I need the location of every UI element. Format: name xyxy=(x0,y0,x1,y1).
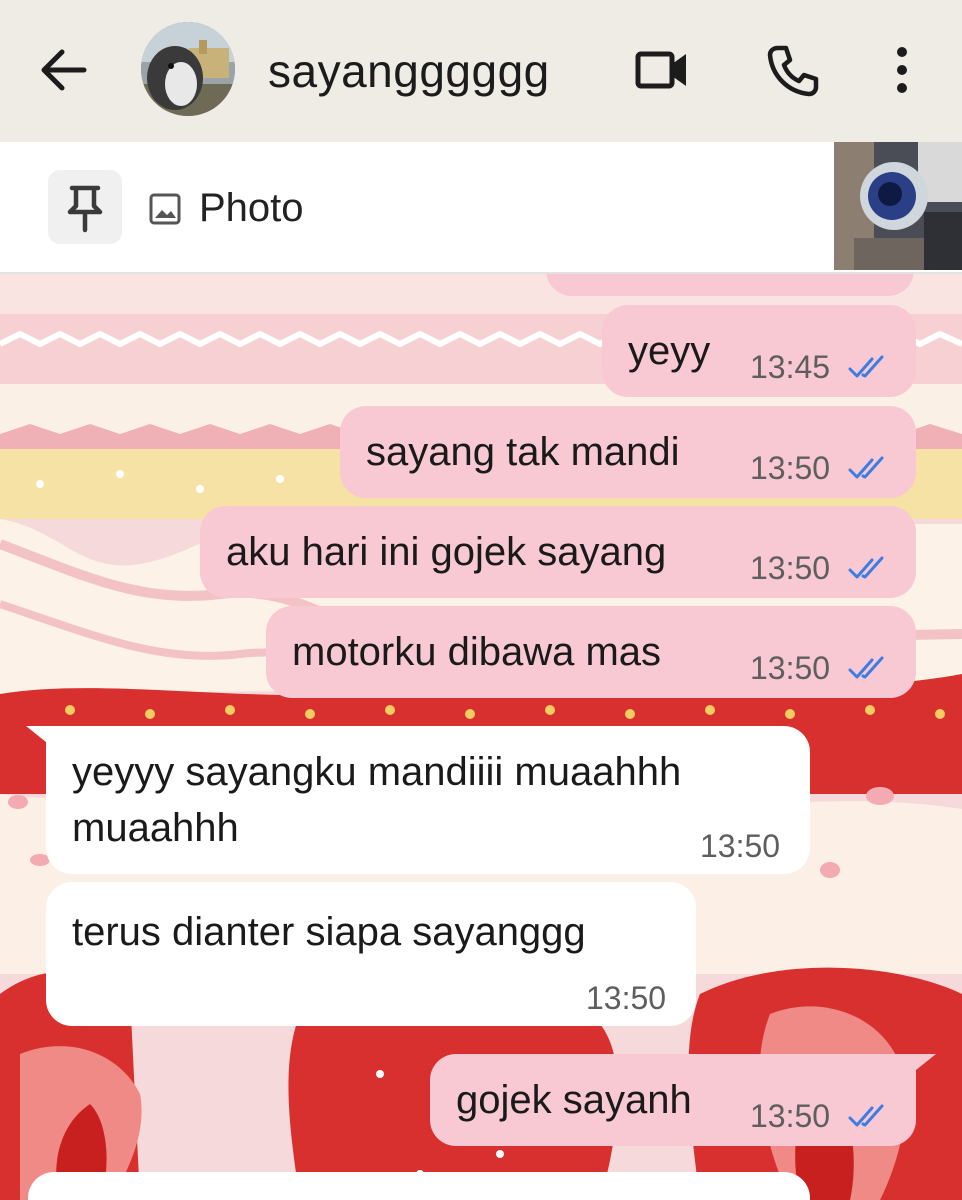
message-bubble[interactable]: gojek sayanh 13:50 xyxy=(430,1054,916,1146)
read-ticks-icon xyxy=(848,456,884,479)
avatar[interactable] xyxy=(141,22,235,116)
back-arrow-icon[interactable] xyxy=(38,46,90,94)
message-time: 13:50 xyxy=(750,650,831,686)
read-ticks-icon xyxy=(848,556,884,579)
pin-button[interactable] xyxy=(48,170,122,244)
message-text: sayang tak mandi xyxy=(366,430,680,474)
message-text-line-1: yeyyy sayangku mandiiii muaahhh xyxy=(72,750,682,794)
message-text: motorku dibawa mas xyxy=(292,630,662,674)
pin-icon xyxy=(67,185,103,233)
message-bubble[interactable]: motorku dibawa mas 13:50 xyxy=(266,606,916,698)
message-bubble[interactable]: terus dianter siapa sayanggg 13:50 xyxy=(46,882,696,1026)
pinned-photo-thumbnail[interactable] xyxy=(834,142,962,270)
message-time: 13:50 xyxy=(750,1098,831,1134)
message-bubble-partial[interactable] xyxy=(546,274,914,296)
message-time: 13:50 xyxy=(750,450,831,486)
read-ticks-icon xyxy=(848,1104,884,1127)
message-text-line-2: muaahhh xyxy=(72,806,239,850)
message-text: gojek sayanh xyxy=(456,1078,692,1122)
message-text: aku hari ini gojek sayang xyxy=(226,530,667,574)
contact-name[interactable]: sayangggggg xyxy=(268,44,550,98)
message-time: 13:50 xyxy=(750,550,831,586)
message-time: 13:50 xyxy=(586,980,667,1016)
chat-area[interactable]: yeyy 13:45 sayang tak mandi 13:50 aku ha… xyxy=(0,274,962,1200)
pinned-message-bar[interactable]: Photo xyxy=(0,142,962,274)
chat-header: sayangggggg xyxy=(0,0,962,142)
image-icon xyxy=(149,193,181,225)
message-text: yeyy xyxy=(628,329,711,373)
pinned-label: Photo xyxy=(199,186,304,230)
message-time: 13:50 xyxy=(700,828,781,864)
bubble-tail xyxy=(26,726,56,750)
read-ticks-icon xyxy=(848,656,884,679)
phone-call-icon[interactable] xyxy=(762,40,822,100)
message-bubble[interactable]: sayang tak mandi 13:50 xyxy=(340,406,916,498)
read-ticks-icon xyxy=(848,355,884,378)
bubble-tail xyxy=(906,1054,936,1078)
message-bubble[interactable]: aku hari ini gojek sayang 13:50 xyxy=(200,506,916,598)
message-time: 13:45 xyxy=(750,349,831,385)
video-call-icon[interactable] xyxy=(632,40,692,100)
message-text: terus dianter siapa sayanggg xyxy=(72,910,586,954)
more-options-icon[interactable] xyxy=(872,40,932,100)
message-bubble[interactable]: yeyy 13:45 xyxy=(602,305,916,397)
message-bubble[interactable]: yeyyy sayangku mandiiii muaahhh muaahhh … xyxy=(46,726,810,874)
message-bubble-partial[interactable] xyxy=(28,1172,810,1200)
